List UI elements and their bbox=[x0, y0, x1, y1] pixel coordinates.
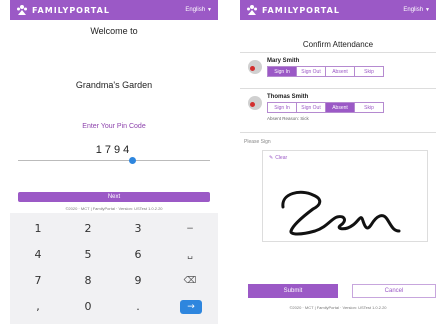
pin-input[interactable]: 1794 bbox=[10, 144, 218, 156]
status-dot bbox=[250, 66, 255, 71]
sign-label: Please Sign bbox=[244, 139, 271, 145]
key-7[interactable]: 7 bbox=[18, 271, 58, 291]
absent-button[interactable]: Absent bbox=[325, 102, 355, 113]
status-buttons: Sign In Sign Out Absent Skip bbox=[267, 66, 384, 77]
key-8[interactable]: 8 bbox=[68, 271, 108, 291]
language-selector[interactable]: English ▼ bbox=[185, 7, 212, 13]
sign-in-button[interactable]: Sign In bbox=[267, 66, 297, 77]
absent-button[interactable]: Absent bbox=[325, 66, 355, 77]
key-3[interactable]: 3 bbox=[118, 219, 158, 239]
language-label: English bbox=[185, 7, 206, 13]
enter-arrow-icon[interactable]: → bbox=[180, 300, 202, 314]
family-logo-icon bbox=[17, 5, 27, 15]
status-buttons: Sign In Sign Out Absent Skip bbox=[267, 102, 384, 113]
key-6[interactable]: 6 bbox=[118, 245, 158, 265]
pin-label: Enter Your Pin Code bbox=[82, 123, 146, 130]
backspace-icon[interactable]: ⌫ bbox=[170, 271, 210, 291]
footer-version: ©2020 · MCT | FamilyPortal · Version: US… bbox=[65, 206, 163, 211]
clear-label: Clear bbox=[275, 155, 288, 161]
key-9[interactable]: 9 bbox=[118, 271, 158, 291]
key-5[interactable]: 5 bbox=[68, 245, 108, 265]
signature-pad[interactable]: ✎ Clear bbox=[262, 150, 428, 242]
pin-screen: FAMILYPORTAL English ▼ Welcome to Grandm… bbox=[10, 0, 218, 324]
next-button[interactable]: Next bbox=[18, 192, 210, 202]
footer-version: ©2020 · MCT | FamilyPortal · Version: US… bbox=[289, 305, 387, 310]
cancel-button[interactable]: Cancel bbox=[352, 284, 436, 298]
attendee-row: Mary Smith Sign In Sign Out Absent Skip bbox=[248, 58, 432, 86]
key-minus[interactable]: − bbox=[170, 219, 210, 239]
submit-button[interactable]: Submit bbox=[248, 284, 338, 298]
attendee-name: Thomas Smith bbox=[267, 94, 309, 100]
language-label: English bbox=[403, 7, 424, 13]
key-4[interactable]: 4 bbox=[18, 245, 58, 265]
pen-icon: ✎ bbox=[269, 155, 274, 161]
sign-out-button[interactable]: Sign Out bbox=[296, 66, 326, 77]
divider bbox=[240, 132, 436, 133]
divider bbox=[240, 52, 436, 53]
brand-name: FAMILYPORTAL bbox=[32, 5, 110, 15]
absent-reason: Absent Reason: Sick bbox=[267, 116, 309, 121]
sign-out-button[interactable]: Sign Out bbox=[296, 102, 326, 113]
family-logo-icon bbox=[247, 5, 257, 15]
key-0[interactable]: 0 bbox=[68, 297, 108, 317]
skip-button[interactable]: Skip bbox=[354, 66, 384, 77]
attendee-row: Thomas Smith Sign In Sign Out Absent Ski… bbox=[248, 94, 432, 130]
divider bbox=[240, 88, 436, 89]
welcome-text: Welcome to bbox=[90, 26, 138, 36]
key-period[interactable]: . bbox=[118, 297, 158, 317]
attendance-screen: FAMILYPORTAL English ▼ Confirm Attendanc… bbox=[240, 0, 436, 324]
sign-in-button[interactable]: Sign In bbox=[267, 102, 297, 113]
cursor-handle[interactable] bbox=[129, 157, 136, 164]
app-bar: FAMILYPORTAL English ▼ bbox=[10, 0, 218, 20]
brand-name: FAMILYPORTAL bbox=[262, 5, 340, 15]
app-bar: FAMILYPORTAL English ▼ bbox=[240, 0, 436, 20]
attendee-name: Mary Smith bbox=[267, 58, 300, 64]
space-key-icon[interactable]: ␣ bbox=[170, 245, 210, 265]
language-selector[interactable]: English ▼ bbox=[403, 7, 430, 13]
skip-button[interactable]: Skip bbox=[354, 102, 384, 113]
place-name: Grandma's Garden bbox=[75, 80, 153, 90]
chevron-down-icon: ▼ bbox=[425, 7, 430, 13]
clear-button[interactable]: ✎ Clear bbox=[269, 155, 287, 161]
pin-underline bbox=[18, 160, 210, 161]
chevron-down-icon: ▼ bbox=[207, 7, 212, 13]
signature-stroke bbox=[281, 190, 401, 236]
page-title: Confirm Attendance bbox=[302, 40, 374, 49]
key-comma[interactable]: , bbox=[18, 297, 58, 317]
key-1[interactable]: 1 bbox=[18, 219, 58, 239]
brand: FAMILYPORTAL bbox=[246, 4, 340, 16]
numeric-keypad: 1 2 3 − 4 5 6 ␣ 7 8 9 ⌫ , 0 . → bbox=[10, 213, 218, 324]
status-dot bbox=[250, 102, 255, 107]
brand: FAMILYPORTAL bbox=[16, 4, 110, 16]
key-2[interactable]: 2 bbox=[68, 219, 108, 239]
